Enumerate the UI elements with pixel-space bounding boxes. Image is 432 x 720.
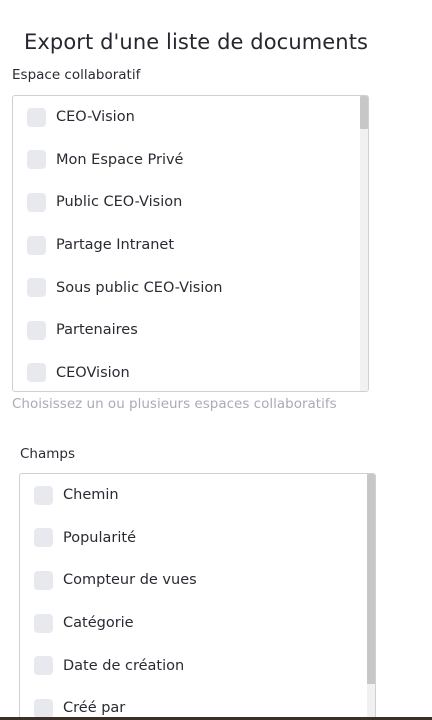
checkbox[interactable] (27, 235, 46, 255)
workspace-scrollbar[interactable] (360, 96, 368, 391)
checkbox[interactable] (34, 528, 53, 548)
checkbox[interactable] (27, 278, 46, 298)
workspace-option[interactable]: Mon Espace Privé (13, 139, 358, 182)
workspace-option-label: Sous public CEO-Vision (56, 279, 223, 296)
workspace-option[interactable]: Partage Intranet (13, 224, 358, 267)
field-option-label: Catégorie (63, 615, 134, 632)
workspace-option[interactable]: Sous public CEO-Vision (13, 266, 358, 309)
fields-scrollbar-thumb[interactable] (367, 474, 375, 684)
fields-scrollbar[interactable] (367, 474, 375, 720)
workspace-option[interactable]: Public CEO-Vision (13, 181, 358, 224)
checkbox[interactable] (34, 570, 53, 590)
field-option[interactable]: Popularité (20, 517, 365, 560)
export-dialog: Export d'une liste de documents Espace c… (0, 0, 432, 720)
field-option-label: Chemin (63, 487, 119, 504)
checkbox[interactable] (27, 150, 46, 170)
workspace-option-label: Mon Espace Privé (56, 151, 184, 168)
checkbox[interactable] (34, 613, 53, 633)
workspace-listbox[interactable]: CEO-Vision Mon Espace Privé Public CEO-V… (12, 95, 369, 392)
field-option[interactable]: Compteur de vues (20, 559, 365, 602)
workspace-option-label: Partage Intranet (56, 237, 175, 254)
checkbox[interactable] (34, 656, 53, 676)
workspace-label: Espace collaboratif (12, 67, 141, 83)
field-option[interactable]: Catégorie (20, 602, 365, 645)
workspace-list: CEO-Vision Mon Espace Privé Public CEO-V… (13, 96, 358, 391)
field-option[interactable]: Chemin (20, 474, 365, 517)
fields-list: Chemin Popularité Compteur de vues Catég… (20, 474, 365, 720)
page-title: Export d'une liste de documents (24, 30, 369, 54)
fields-listbox[interactable]: Chemin Popularité Compteur de vues Catég… (19, 473, 376, 720)
workspace-option-label: CEO-Vision (56, 109, 135, 126)
checkbox[interactable] (27, 107, 46, 127)
field-option-label: Créé par (63, 700, 126, 717)
workspace-option[interactable]: CEOVision (13, 352, 358, 391)
workspace-hint: Choisissez un ou plusieurs espaces colla… (12, 396, 337, 412)
workspace-scrollbar-thumb[interactable] (360, 96, 368, 129)
field-option[interactable]: Créé par (20, 687, 365, 720)
field-option-label: Compteur de vues (63, 572, 197, 589)
checkbox[interactable] (27, 363, 46, 383)
field-option[interactable]: Date de création (20, 644, 365, 687)
checkbox[interactable] (27, 320, 46, 340)
workspace-option-label: CEOVision (56, 364, 130, 381)
workspace-option[interactable]: CEO-Vision (13, 96, 358, 139)
field-option-label: Popularité (63, 529, 137, 546)
workspace-option-label: Partenaires (56, 322, 138, 339)
checkbox[interactable] (34, 485, 53, 505)
checkbox[interactable] (27, 192, 46, 212)
fields-label: Champs (20, 446, 76, 462)
workspace-option-label: Public CEO-Vision (56, 194, 183, 211)
checkbox[interactable] (34, 698, 53, 718)
field-option-label: Date de création (63, 657, 185, 674)
workspace-option[interactable]: Partenaires (13, 309, 358, 352)
